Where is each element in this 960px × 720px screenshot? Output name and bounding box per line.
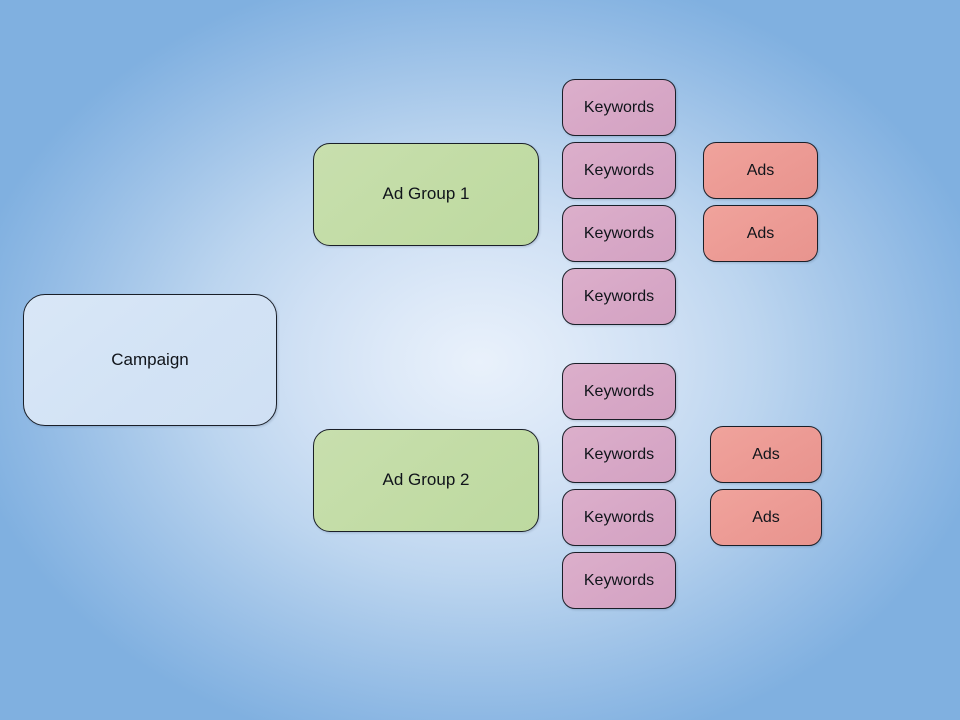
node-ads-g1-1[interactable]: Ads xyxy=(703,142,818,199)
node-ad-group-2[interactable]: Ad Group 2 xyxy=(313,429,539,532)
node-keywords-label: Keywords xyxy=(584,98,654,117)
node-keywords-label: Keywords xyxy=(584,161,654,180)
node-ads-label: Ads xyxy=(747,224,775,243)
node-ads-label: Ads xyxy=(752,508,780,527)
node-ads-label: Ads xyxy=(752,445,780,464)
node-keywords-g2-2[interactable]: Keywords xyxy=(562,426,676,483)
node-keywords-g1-2[interactable]: Keywords xyxy=(562,142,676,199)
node-ads-g2-2[interactable]: Ads xyxy=(710,489,822,546)
node-keywords-label: Keywords xyxy=(584,382,654,401)
node-keywords-g1-1[interactable]: Keywords xyxy=(562,79,676,136)
node-keywords-label: Keywords xyxy=(584,508,654,527)
node-ads-g1-2[interactable]: Ads xyxy=(703,205,818,262)
node-keywords-label: Keywords xyxy=(584,571,654,590)
node-ad-group-1[interactable]: Ad Group 1 xyxy=(313,143,539,246)
node-ad-group-2-label: Ad Group 2 xyxy=(383,470,470,490)
diagram-canvas: Campaign Ad Group 1 Keywords Keywords Ke… xyxy=(0,0,960,720)
node-campaign-label: Campaign xyxy=(111,350,189,370)
node-keywords-g2-4[interactable]: Keywords xyxy=(562,552,676,609)
node-keywords-g2-1[interactable]: Keywords xyxy=(562,363,676,420)
node-keywords-label: Keywords xyxy=(584,224,654,243)
node-ads-g2-1[interactable]: Ads xyxy=(710,426,822,483)
node-campaign[interactable]: Campaign xyxy=(23,294,277,426)
node-ad-group-1-label: Ad Group 1 xyxy=(383,184,470,204)
node-ads-label: Ads xyxy=(747,161,775,180)
node-keywords-g2-3[interactable]: Keywords xyxy=(562,489,676,546)
node-keywords-g1-4[interactable]: Keywords xyxy=(562,268,676,325)
node-keywords-g1-3[interactable]: Keywords xyxy=(562,205,676,262)
node-keywords-label: Keywords xyxy=(584,445,654,464)
node-keywords-label: Keywords xyxy=(584,287,654,306)
